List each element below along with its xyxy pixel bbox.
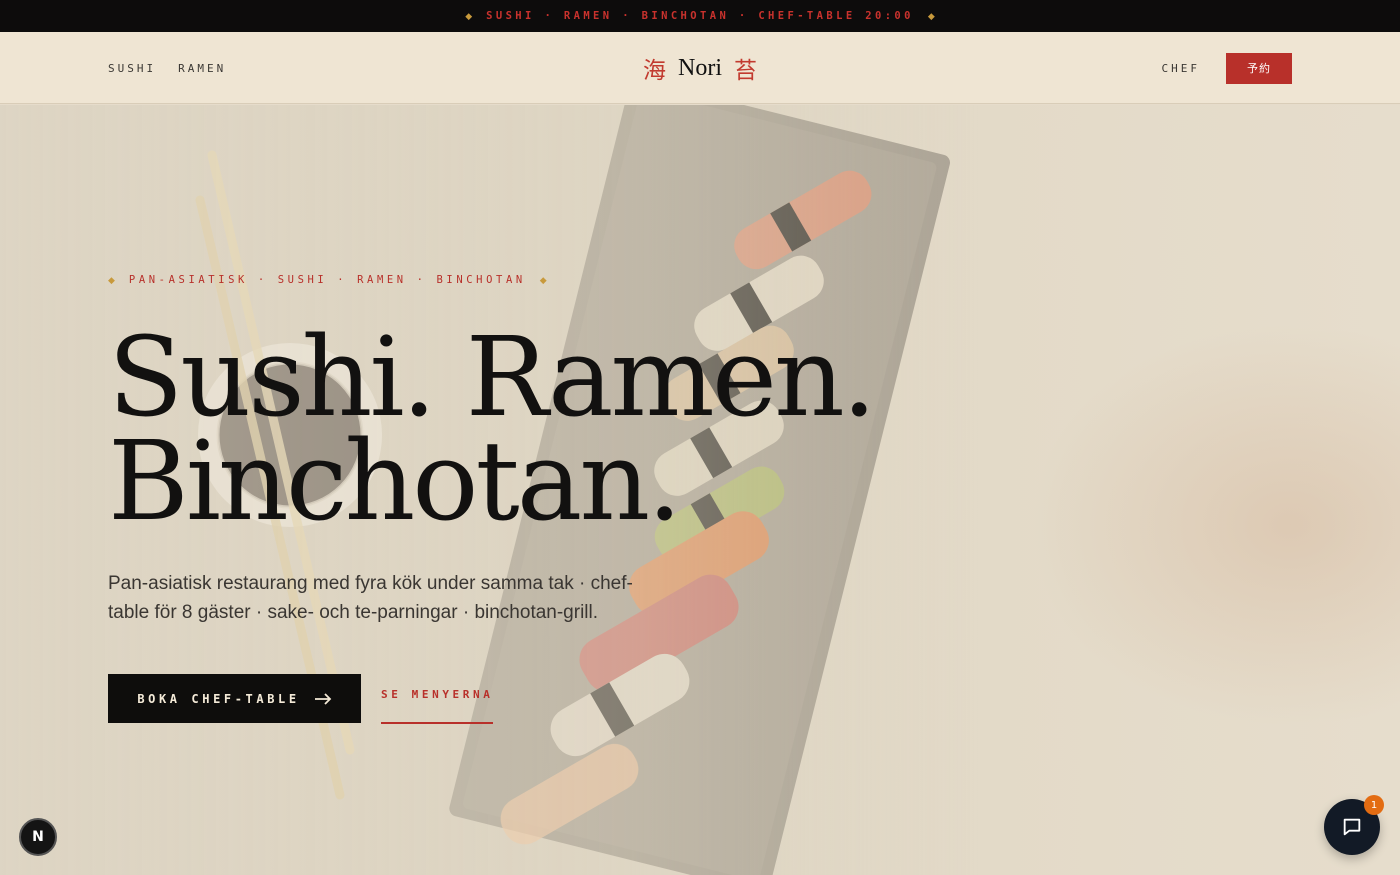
- announcement-bar: ◆ SUSHI · RAMEN · BINCHOTAN · CHEF-TABLE…: [0, 0, 1400, 32]
- n-badge-label: N: [32, 829, 44, 845]
- hero-lead: Pan-asiatisk restaurang med fyra kök und…: [108, 573, 633, 623]
- nav-link-sushi[interactable]: SUSHI: [108, 62, 156, 75]
- n-badge-button[interactable]: N: [19, 818, 57, 856]
- nav-link-ramen[interactable]: RAMEN: [178, 62, 226, 75]
- reserve-button[interactable]: 予約: [1226, 52, 1292, 84]
- diamond-icon: ◆: [465, 10, 473, 21]
- logo-kanji-left: 海: [643, 58, 666, 84]
- diamond-icon: ◆: [108, 274, 115, 285]
- hero-section: ◆ PAN-ASIATISK · SUSHI · RAMEN · BINCHOT…: [0, 105, 1400, 875]
- headline-line-1: Sushi. Ramen.: [108, 313, 877, 441]
- headline-line-2: Binchotan.: [108, 417, 682, 545]
- primary-nav: SUSHI RAMEN: [108, 32, 226, 104]
- chat-unread-badge: 1: [1364, 795, 1384, 815]
- see-menus-link[interactable]: SE MENYERNA: [381, 685, 494, 724]
- book-chef-table-button[interactable]: BOKA CHEF-TABLE: [108, 674, 361, 723]
- book-chef-table-label: BOKA CHEF-TABLE: [137, 691, 300, 706]
- chat-bubble-icon: [1343, 818, 1361, 836]
- arrow-right-icon: [314, 692, 331, 705]
- logo-name[interactable]: Nori: [678, 55, 722, 82]
- see-menus-label: SE MENYERNA: [381, 688, 494, 701]
- hero-eyebrow-text: PAN-ASIATISK · SUSHI · RAMEN · BINCHOTAN: [128, 274, 526, 286]
- secondary-nav: CHEF 予約: [1162, 32, 1292, 104]
- hero-headline: Sushi. Ramen. Binchotan.: [108, 313, 877, 545]
- announcement-text: SUSHI · RAMEN · BINCHOTAN · CHEF-TABLE 2…: [486, 10, 914, 22]
- diamond-icon: ◆: [539, 274, 547, 285]
- logo-kanji-right: 苔: [734, 58, 757, 84]
- hero-eyebrow: ◆ PAN-ASIATISK · SUSHI · RAMEN · BINCHOT…: [108, 274, 547, 286]
- site-header: SUSHI RAMEN 海 Nori 苔 CHEF 予約: [0, 32, 1400, 104]
- diamond-icon: ◆: [927, 10, 935, 21]
- nav-link-chef[interactable]: CHEF: [1162, 62, 1201, 75]
